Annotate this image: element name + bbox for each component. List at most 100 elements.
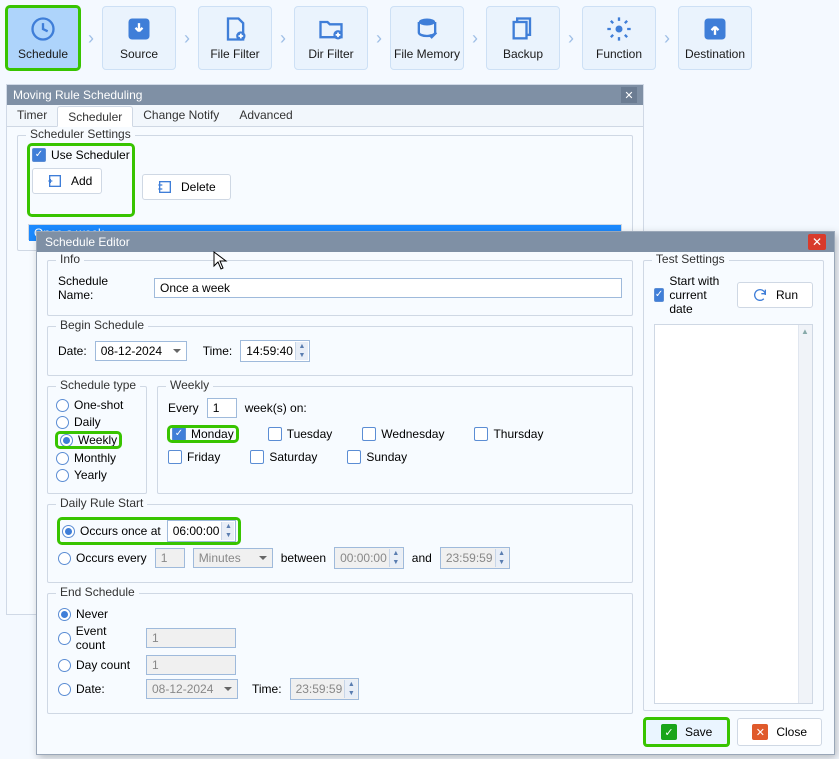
- radio-never[interactable]: Never: [58, 607, 108, 621]
- check-icon: ✓: [661, 724, 677, 740]
- spinner-buttons[interactable]: ▲▼: [221, 522, 234, 540]
- tab-change-notify[interactable]: Change Notify: [133, 105, 229, 126]
- day-thursday[interactable]: Thursday: [474, 426, 543, 442]
- add-label: Add: [71, 174, 92, 188]
- info-group: Info Schedule Name:: [47, 260, 633, 316]
- begin-time-spinner[interactable]: 14:59:40▲▼: [240, 340, 310, 362]
- occurs-every-value: [155, 548, 185, 568]
- delete-label: Delete: [181, 180, 216, 194]
- vertical-scrollbar[interactable]: [798, 325, 812, 703]
- step-destination[interactable]: Destination: [678, 6, 752, 70]
- schedule-name-input[interactable]: [154, 278, 622, 298]
- download-box-icon: [125, 15, 153, 43]
- step-source[interactable]: Source: [102, 6, 176, 70]
- dialog1-tabs: Timer Scheduler Change Notify Advanced: [7, 105, 643, 127]
- database-check-icon: [413, 15, 441, 43]
- close-button[interactable]: ✕ Close: [737, 718, 822, 746]
- step-schedule[interactable]: Schedule: [6, 6, 80, 70]
- add-button[interactable]: Add: [32, 168, 102, 194]
- radio-oneshot[interactable]: One-shot: [56, 398, 123, 412]
- day-friday[interactable]: Friday: [168, 450, 220, 464]
- radio-end-date[interactable]: Date:: [58, 682, 138, 696]
- dialog1-close-button[interactable]: ✕: [621, 87, 637, 103]
- add-icon: [47, 173, 63, 189]
- step-label: File Memory: [394, 47, 460, 61]
- begin-legend: Begin Schedule: [56, 318, 148, 332]
- daily-rule-start-group: Daily Rule Start Occurs once at 06:00:00…: [47, 504, 633, 583]
- scheduler-settings-legend: Scheduler Settings: [26, 127, 135, 141]
- clock-icon: [29, 15, 57, 43]
- checkbox-icon: [268, 427, 282, 441]
- radio-event-count[interactable]: Event count: [58, 624, 138, 652]
- day-wednesday[interactable]: Wednesday: [362, 426, 444, 442]
- checkbox-icon: [168, 450, 182, 464]
- end-schedule-group: End Schedule Never Event count Day count…: [47, 593, 633, 714]
- chevron-icon: ›: [182, 28, 192, 49]
- between-end-spinner: 23:59:59▲▼: [440, 547, 510, 569]
- radio-day-count[interactable]: Day count: [58, 658, 138, 672]
- begin-schedule-group: Begin Schedule Date: 08-12-2024 Time: 14…: [47, 326, 633, 376]
- delete-icon: [157, 179, 173, 195]
- chevron-icon: ›: [662, 28, 672, 49]
- step-file-filter[interactable]: File Filter: [198, 6, 272, 70]
- every-weeks-input[interactable]: [207, 398, 237, 418]
- checkbox-icon: [250, 450, 264, 464]
- dialog2-close-button[interactable]: ✕: [808, 234, 826, 250]
- day-monday[interactable]: Monday: [168, 426, 238, 442]
- day-tuesday[interactable]: Tuesday: [268, 426, 333, 442]
- dialog1-title: Moving Rule Scheduling: [13, 88, 142, 102]
- dialog2-titlebar: Schedule Editor ✕: [37, 232, 834, 252]
- checkbox-icon: [474, 427, 488, 441]
- checkbox-icon: [172, 427, 186, 441]
- end-time-label: Time:: [252, 682, 282, 696]
- spinner-buttons[interactable]: ▲▼: [295, 342, 308, 360]
- day-saturday[interactable]: Saturday: [250, 450, 317, 464]
- begin-date-label: Date:: [58, 344, 87, 358]
- begin-date-dropdown[interactable]: 08-12-2024: [95, 341, 187, 361]
- dialog2-title: Schedule Editor: [45, 235, 130, 249]
- step-backup[interactable]: Backup: [486, 6, 560, 70]
- gear-icon: [605, 15, 633, 43]
- step-label: File Filter: [210, 47, 259, 61]
- schedule-editor-dialog: Schedule Editor ✕ Info Schedule Name: Be…: [36, 231, 835, 755]
- start-current-date-checkbox[interactable]: Start with current date: [654, 274, 729, 316]
- tab-advanced[interactable]: Advanced: [229, 105, 302, 126]
- radio-daily[interactable]: Daily: [56, 415, 101, 429]
- save-button[interactable]: ✓ Save: [644, 718, 729, 746]
- close-icon: ✕: [752, 724, 768, 740]
- event-count-input: [146, 628, 236, 648]
- step-label: Source: [120, 47, 158, 61]
- step-function[interactable]: Function: [582, 6, 656, 70]
- and-label: and: [412, 551, 432, 565]
- step-file-memory[interactable]: File Memory: [390, 6, 464, 70]
- step-label: Dir Filter: [308, 47, 353, 61]
- use-scheduler-checkbox[interactable]: Use Scheduler: [32, 148, 130, 162]
- tab-scheduler[interactable]: Scheduler: [57, 106, 133, 127]
- radio-weekly[interactable]: Weekly: [56, 432, 121, 448]
- run-button[interactable]: Run: [737, 282, 813, 308]
- use-scheduler-label: Use Scheduler: [51, 148, 130, 162]
- upload-box-icon: [701, 15, 729, 43]
- step-dir-filter[interactable]: Dir Filter: [294, 6, 368, 70]
- drs-legend: Daily Rule Start: [56, 496, 147, 510]
- occurs-once-time-spinner[interactable]: 06:00:00▲▼: [167, 520, 237, 542]
- radio-occurs-every[interactable]: Occurs every: [58, 551, 147, 565]
- chevron-icon: ›: [278, 28, 288, 49]
- day-count-input: [146, 655, 236, 675]
- folder-plus-icon: [317, 15, 345, 43]
- info-legend: Info: [56, 252, 84, 266]
- delete-button[interactable]: Delete: [142, 174, 231, 200]
- end-date-dropdown: 08-12-2024: [146, 679, 238, 699]
- radio-yearly[interactable]: Yearly: [56, 468, 107, 482]
- checkbox-icon: [654, 288, 664, 302]
- dialog1-titlebar: Moving Rule Scheduling ✕: [7, 85, 643, 105]
- radio-monthly[interactable]: Monthly: [56, 451, 116, 465]
- between-label: between: [281, 551, 326, 565]
- test-settings-group: Test Settings Start with current date Ru…: [643, 260, 824, 711]
- checkbox-icon: [347, 450, 361, 464]
- day-sunday[interactable]: Sunday: [347, 450, 407, 464]
- tab-timer[interactable]: Timer: [7, 105, 57, 126]
- radio-occurs-once[interactable]: Occurs once at: [62, 524, 161, 538]
- wizard-toolbar: Schedule › Source › File Filter › Dir Fi…: [0, 0, 839, 74]
- checkbox-icon: [362, 427, 376, 441]
